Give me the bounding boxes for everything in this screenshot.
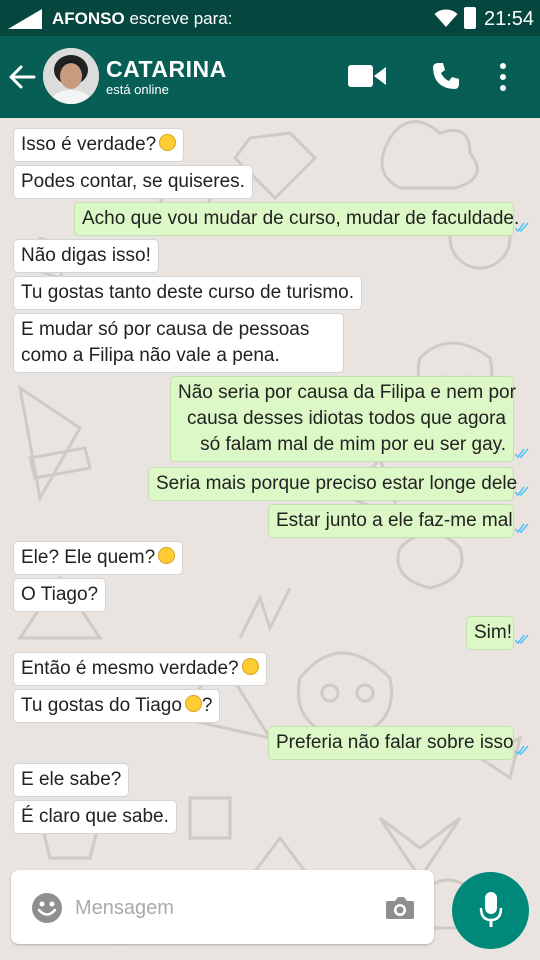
microphone-icon (479, 892, 503, 927)
message-text: Sim! (474, 622, 512, 643)
message-line: causa desses idiotas todos que agora (187, 408, 506, 429)
message-text: Ele? Ele quem? (21, 547, 156, 568)
status-bar: AFONSO escreve para: 21:54 (0, 0, 540, 36)
more-vert-icon[interactable] (496, 60, 510, 94)
message-text: E ele sabe? (21, 769, 122, 790)
message-composer (11, 870, 434, 944)
message-incoming[interactable]: Tu gostas do Tiago? (13, 689, 221, 723)
message-text: Tu gostas do Tiago (21, 695, 182, 716)
message-outgoing[interactable]: Acho que vou mudar de curso, mudar de fa… (74, 202, 519, 236)
message-input[interactable] (75, 894, 375, 922)
clock: 21:54 (484, 8, 535, 30)
read-receipt-icon (515, 523, 529, 533)
message-outgoing[interactable]: Sim! (466, 616, 514, 650)
message-incoming[interactable]: Não digas isso! (13, 239, 159, 273)
emoji-icon[interactable] (31, 892, 63, 924)
message-text: Isso é verdade? (21, 134, 157, 155)
message-outgoing[interactable]: Não seria por causa da Filipa e nem por … (170, 376, 516, 462)
read-receipt-icon (515, 634, 529, 644)
message-incoming[interactable]: Isso é verdade? (13, 128, 185, 162)
signal-icon (8, 9, 42, 29)
presence-status: está online (106, 82, 169, 97)
message-outgoing[interactable]: Preferia não falar sobre isso (268, 726, 514, 760)
chat-area[interactable]: Isso é verdade? Podes contar, se quisere… (0, 118, 540, 960)
phone-call-icon[interactable] (431, 61, 461, 91)
message-incoming[interactable]: Ele? Ele quem? (13, 541, 184, 575)
wifi-icon (434, 9, 458, 27)
notification-suffix: escreve para: (129, 9, 233, 28)
avatar-image (43, 48, 99, 104)
message-outgoing[interactable]: Estar junto a ele faz-me mal (268, 504, 514, 538)
notification-text: AFONSO escreve para: (52, 9, 232, 29)
contact-name[interactable]: CATARINA (106, 56, 227, 83)
message-text: É claro que sabe. (21, 806, 169, 827)
emoji-icon (159, 134, 177, 151)
camera-icon[interactable] (385, 895, 415, 921)
read-receipt-icon (515, 448, 529, 458)
message-incoming[interactable]: Então é mesmo verdade? (13, 652, 267, 686)
message-text-end: ? (201, 695, 213, 716)
back-arrow-icon[interactable] (8, 64, 36, 90)
emoji-icon (241, 658, 259, 675)
read-receipt-icon (515, 745, 529, 755)
voice-message-button[interactable] (452, 872, 529, 949)
message-incoming[interactable]: Tu gostas tanto deste curso de turismo. (13, 276, 363, 310)
message-incoming[interactable]: E ele sabe? (13, 763, 130, 797)
message-line: como a Filipa não vale a pena. (21, 345, 280, 366)
emoji-icon (184, 695, 202, 712)
read-receipt-icon (515, 222, 529, 232)
message-line: só falam mal de mim por eu ser gay. (200, 434, 506, 455)
avatar[interactable] (43, 48, 99, 104)
read-receipt-icon (515, 486, 529, 496)
message-text: Então é mesmo verdade? (21, 658, 239, 679)
message-text: Acho que vou mudar de curso, mudar de fa… (82, 208, 520, 229)
message-incoming[interactable]: É claro que sabe. (13, 800, 177, 834)
message-text: Preferia não falar sobre isso (276, 732, 514, 753)
notification-name: AFONSO (52, 9, 125, 28)
video-call-icon[interactable] (348, 64, 386, 88)
message-incoming[interactable]: O Tiago? (13, 578, 107, 612)
chat-header: CATARINA está online (0, 36, 540, 118)
battery-icon (464, 7, 476, 29)
message-text: Estar junto a ele faz-me mal (276, 510, 513, 531)
message-line: Não seria por causa da Filipa e nem por (178, 382, 516, 403)
message-text: Podes contar, se quiseres. (21, 171, 245, 192)
message-text: O Tiago? (21, 584, 99, 605)
message-outgoing[interactable]: Seria mais porque preciso estar longe de… (148, 467, 518, 501)
message-line: E mudar só por causa de pessoas (21, 319, 310, 340)
message-text: Não digas isso! (21, 245, 151, 266)
message-text: Tu gostas tanto deste curso de turismo. (21, 282, 355, 303)
message-incoming[interactable]: Podes contar, se quiseres. (13, 165, 253, 199)
message-incoming[interactable]: E mudar só por causa de pessoas como a F… (13, 313, 344, 373)
emoji-icon (158, 547, 176, 564)
message-text: Seria mais porque preciso estar longe de… (156, 473, 518, 494)
